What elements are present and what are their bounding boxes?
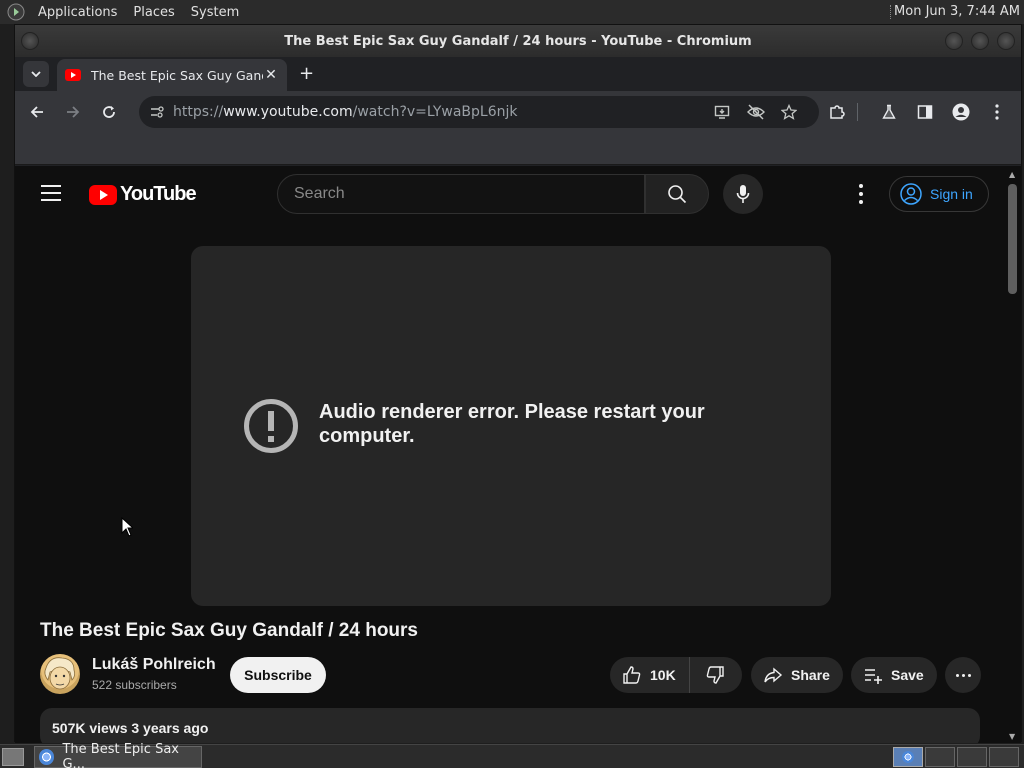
install-app-icon[interactable] xyxy=(710,100,734,124)
profile-avatar-icon[interactable] xyxy=(949,100,973,124)
chevron-down-icon xyxy=(31,71,41,77)
site-info-icon[interactable] xyxy=(145,100,169,124)
chromium-icon xyxy=(39,749,55,765)
window-titlebar[interactable]: The Best Epic Sax Guy Gandalf / 24 hours… xyxy=(15,25,1021,57)
search-input[interactable]: Search xyxy=(277,174,645,214)
more-actions-button[interactable] xyxy=(945,657,981,693)
browser-toolbar: https://www.youtube.com/watch?v=LYwaBpL6… xyxy=(15,91,1021,133)
tab-search-button[interactable] xyxy=(23,61,49,87)
show-desktop-button[interactable] xyxy=(2,748,24,766)
error-exclamation-icon xyxy=(244,399,298,453)
tab-close-icon[interactable]: ✕ xyxy=(263,67,279,83)
description-box[interactable]: 507K views 3 years ago xyxy=(40,708,980,743)
toolbar-divider xyxy=(857,103,858,121)
page-scrollbar[interactable]: ▲ ▼ xyxy=(1004,166,1021,743)
clock[interactable]: Mon Jun 3, 7:44 AM xyxy=(894,4,1020,19)
subscriber-count: 522 subscribers xyxy=(92,678,177,692)
scrollbar-thumb[interactable] xyxy=(1008,184,1017,294)
tab-strip: The Best Epic Sax Guy Gandalf / 24 hours… xyxy=(15,57,1021,91)
youtube-favicon-icon xyxy=(65,69,81,81)
subscribe-button[interactable]: Subscribe xyxy=(230,657,326,693)
channel-avatar[interactable] xyxy=(40,654,80,694)
workspace-2[interactable] xyxy=(925,747,955,767)
address-bar[interactable]: https://www.youtube.com/watch?v=LYwaBpL6… xyxy=(139,96,819,128)
panel-separator xyxy=(890,5,892,19)
like-button[interactable]: 10K xyxy=(610,657,690,693)
search-button[interactable] xyxy=(645,174,709,214)
taskbar-window-button[interactable]: The Best Epic Sax G... xyxy=(34,742,202,768)
share-arrow-icon xyxy=(764,667,783,683)
new-tab-button[interactable]: + xyxy=(299,63,314,84)
player-error-message: Audio renderer error. Please restart you… xyxy=(319,401,705,447)
chromium-mini-icon xyxy=(902,751,914,763)
tab-title: The Best Epic Sax Guy Gandalf / 24 hours… xyxy=(91,67,263,83)
mouse-cursor-icon xyxy=(121,517,133,537)
video-title: The Best Epic Sax Guy Gandalf / 24 hours xyxy=(40,620,418,641)
close-window-button[interactable] xyxy=(997,32,1015,50)
account-circle-icon xyxy=(900,183,922,205)
extensions-puzzle-icon[interactable] xyxy=(825,100,849,124)
playlist-add-icon xyxy=(865,669,882,684)
share-button[interactable]: Share xyxy=(751,657,843,693)
share-label: Share xyxy=(791,667,830,683)
bookmark-star-icon[interactable] xyxy=(777,100,801,124)
minimize-button[interactable] xyxy=(945,32,963,50)
youtube-logo[interactable]: YouTube xyxy=(89,183,197,206)
scroll-up-arrow-icon[interactable]: ▲ xyxy=(1009,170,1015,179)
eye-slash-icon[interactable] xyxy=(744,100,768,124)
search-icon xyxy=(668,185,687,204)
video-player[interactable]: Audio renderer error. Please restart you… xyxy=(191,246,831,606)
url-scheme: https:// xyxy=(173,104,224,120)
back-arrow-icon[interactable] xyxy=(25,100,49,124)
sign-in-label: Sign in xyxy=(930,186,973,202)
guide-menu-icon[interactable] xyxy=(41,185,61,201)
applications-menu[interactable]: Applications xyxy=(30,5,125,20)
taskbar-window-label: The Best Epic Sax G... xyxy=(62,742,179,768)
gnome-foot-icon[interactable] xyxy=(6,2,26,22)
reload-icon[interactable] xyxy=(97,100,121,124)
bottom-taskbar: The Best Epic Sax G... xyxy=(0,742,1024,768)
workspace-4[interactable] xyxy=(989,747,1019,767)
channel-name[interactable]: Lukáš Pohlreich xyxy=(92,656,216,674)
scroll-down-arrow-icon[interactable]: ▼ xyxy=(1009,732,1015,741)
thumbs-down-icon xyxy=(706,666,724,684)
workspace-1[interactable] xyxy=(893,747,923,767)
thumbs-up-icon xyxy=(623,666,641,684)
maximize-button[interactable] xyxy=(971,32,989,50)
video-owner-row: Lukáš Pohlreich 522 subscribers Subscrib… xyxy=(40,654,990,696)
youtube-page: YouTube Search Sign in Audio renderer er… xyxy=(15,166,1005,743)
like-dislike-group: 10K xyxy=(610,657,742,693)
system-menu[interactable]: System xyxy=(183,5,247,20)
voice-search-button[interactable] xyxy=(723,174,763,214)
url-path: /watch?v=LYwaBpL6njk xyxy=(352,104,518,120)
save-button[interactable]: Save xyxy=(851,657,937,693)
top-panel: Applications Places System Mon Jun 3, 7:… xyxy=(0,0,1024,24)
url-host: www.youtube.com xyxy=(223,104,353,120)
labs-flask-icon[interactable] xyxy=(877,100,901,124)
like-count: 10K xyxy=(650,667,676,683)
youtube-play-icon xyxy=(89,184,117,205)
dislike-button[interactable] xyxy=(690,657,740,693)
window-title: The Best Epic Sax Guy Gandalf / 24 hours… xyxy=(284,33,752,49)
youtube-logo-text: YouTube xyxy=(120,183,197,205)
tab-youtube[interactable]: The Best Epic Sax Guy Gandalf / 24 hours… xyxy=(57,59,287,91)
bookmarks-bar xyxy=(15,133,1021,165)
forward-arrow-icon[interactable] xyxy=(61,100,85,124)
youtube-masthead: YouTube Search Sign in xyxy=(15,166,1005,222)
workspace-3[interactable] xyxy=(957,747,987,767)
places-menu[interactable]: Places xyxy=(125,5,182,20)
views-and-date: 507K views 3 years ago xyxy=(52,720,209,736)
microphone-icon xyxy=(736,185,750,203)
window-menu-button[interactable] xyxy=(21,32,39,50)
side-panel-icon[interactable] xyxy=(913,100,937,124)
browser-menu-icon[interactable] xyxy=(985,100,1009,124)
browser-window: The Best Epic Sax Guy Gandalf / 24 hours… xyxy=(14,24,1022,743)
settings-kebab-icon[interactable] xyxy=(851,184,871,204)
save-label: Save xyxy=(891,667,924,683)
sign-in-button[interactable]: Sign in xyxy=(889,176,989,212)
